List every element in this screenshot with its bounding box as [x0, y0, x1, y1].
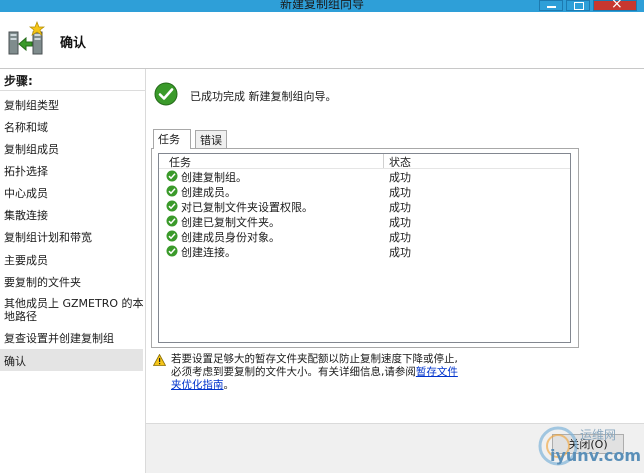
success-check-icon: [166, 230, 178, 242]
task-name: 创建成员。: [181, 186, 236, 199]
task-name: 对已复制文件夹设置权限。: [181, 201, 313, 214]
success-message: 已成功完成 新建复制组向导。: [190, 90, 337, 103]
step-confirmation[interactable]: 确认: [4, 353, 26, 369]
wizard-window: 新建复制组向导 确认 步骤: 复制组类型 名称和域 复制组成员 拓扑选择 中心成…: [0, 0, 644, 473]
column-divider[interactable]: [383, 154, 384, 168]
warning-suffix: 。: [223, 379, 235, 391]
task-name: 创建成员身份对象。: [181, 231, 280, 244]
success-check-icon: [166, 185, 178, 197]
title-bar[interactable]: 新建复制组向导: [0, 0, 644, 12]
maximize-button[interactable]: [566, 0, 590, 11]
success-check-icon: [166, 215, 178, 227]
tasks-panel: 任务 状态 创建复制组。 成功 创建成员。 成功 对已复制文件夹设置权限。 成功…: [151, 148, 579, 348]
warning-line-1: 若要设置足够大的暂存文件夹配额以防止复制速度下降或停止,: [171, 353, 458, 365]
task-list[interactable]: 任务 状态 创建复制组。 成功 创建成员。 成功 对已复制文件夹设置权限。 成功…: [158, 153, 571, 343]
task-status: 成功: [389, 171, 411, 184]
staging-guide-link-continued[interactable]: 夹优化指南: [171, 379, 224, 391]
step-topology[interactable]: 拓扑选择: [4, 163, 48, 179]
task-status: 成功: [389, 201, 411, 214]
task-row[interactable]: 创建成员。 成功: [159, 184, 570, 199]
wizard-header: 确认: [0, 12, 644, 69]
task-list-header: 任务 状态: [159, 154, 570, 169]
wizard-footer: 关闭(O): [146, 423, 644, 473]
warning-line-2: 必须考虑到要复制的文件大小。有关详细信息,请参阅: [171, 366, 416, 378]
success-check-icon: [166, 200, 178, 212]
close-button[interactable]: 关闭(O): [552, 434, 624, 454]
step-schedule-bandwidth[interactable]: 复制组计划和带宽: [4, 229, 92, 245]
page-title: 确认: [60, 36, 87, 51]
minimize-button[interactable]: [539, 0, 563, 11]
column-header-status[interactable]: 状态: [389, 154, 411, 170]
staging-guide-link[interactable]: 暂存文件: [416, 366, 458, 378]
step-hub-spoke-connections[interactable]: 集散连接: [4, 207, 48, 223]
staging-quota-warning: 若要设置足够大的暂存文件夹配额以防止复制速度下降或停止, 必须考虑到要复制的文件…: [171, 353, 491, 392]
steps-sidebar: 步骤: 复制组类型 名称和域 复制组成员 拓扑选择 中心成员 集散连接 复制组计…: [0, 69, 146, 473]
step-replication-group-type[interactable]: 复制组类型: [4, 97, 59, 113]
steps-heading: 步骤:: [0, 69, 146, 91]
column-header-task[interactable]: 任务: [169, 154, 191, 170]
task-name: 创建复制组。: [181, 171, 247, 184]
task-status: 成功: [389, 186, 411, 199]
step-primary-member[interactable]: 主要成员: [4, 252, 48, 268]
step-local-path-other-members[interactable]: 其他成员上 GZMETRO 的本地路径: [4, 297, 144, 323]
task-name: 创建连接。: [181, 246, 236, 259]
main-content: 已成功完成 新建复制组向导。 任务 错误 任务 状态 创建复制组。 成功 创建成…: [146, 69, 644, 423]
steps-heading-label: 步骤:: [4, 74, 33, 88]
task-row[interactable]: 创建连接。 成功: [159, 244, 570, 259]
step-review-settings[interactable]: 复查设置并创建复制组: [4, 330, 114, 346]
tab-tasks[interactable]: 任务: [153, 129, 191, 149]
task-row[interactable]: 对已复制文件夹设置权限。 成功: [159, 199, 570, 214]
tab-errors[interactable]: 错误: [195, 130, 227, 148]
task-row[interactable]: 创建已复制文件夹。 成功: [159, 214, 570, 229]
task-row[interactable]: 创建复制组。 成功: [159, 169, 570, 184]
task-status: 成功: [389, 246, 411, 259]
task-status: 成功: [389, 216, 411, 229]
close-window-button[interactable]: [593, 0, 637, 12]
replication-wizard-icon: [8, 21, 46, 55]
success-check-icon: [154, 82, 178, 106]
step-hub-members[interactable]: 中心成员: [4, 185, 48, 201]
step-group-members[interactable]: 复制组成员: [4, 141, 59, 157]
success-check-icon: [166, 170, 178, 182]
success-check-icon: [166, 245, 178, 257]
task-row[interactable]: 创建成员身份对象。 成功: [159, 229, 570, 244]
task-name: 创建已复制文件夹。: [181, 216, 280, 229]
step-name-and-domain[interactable]: 名称和域: [4, 119, 48, 135]
step-folders-to-replicate[interactable]: 要复制的文件夹: [4, 274, 81, 290]
task-status: 成功: [389, 231, 411, 244]
warning-icon: [153, 354, 166, 366]
